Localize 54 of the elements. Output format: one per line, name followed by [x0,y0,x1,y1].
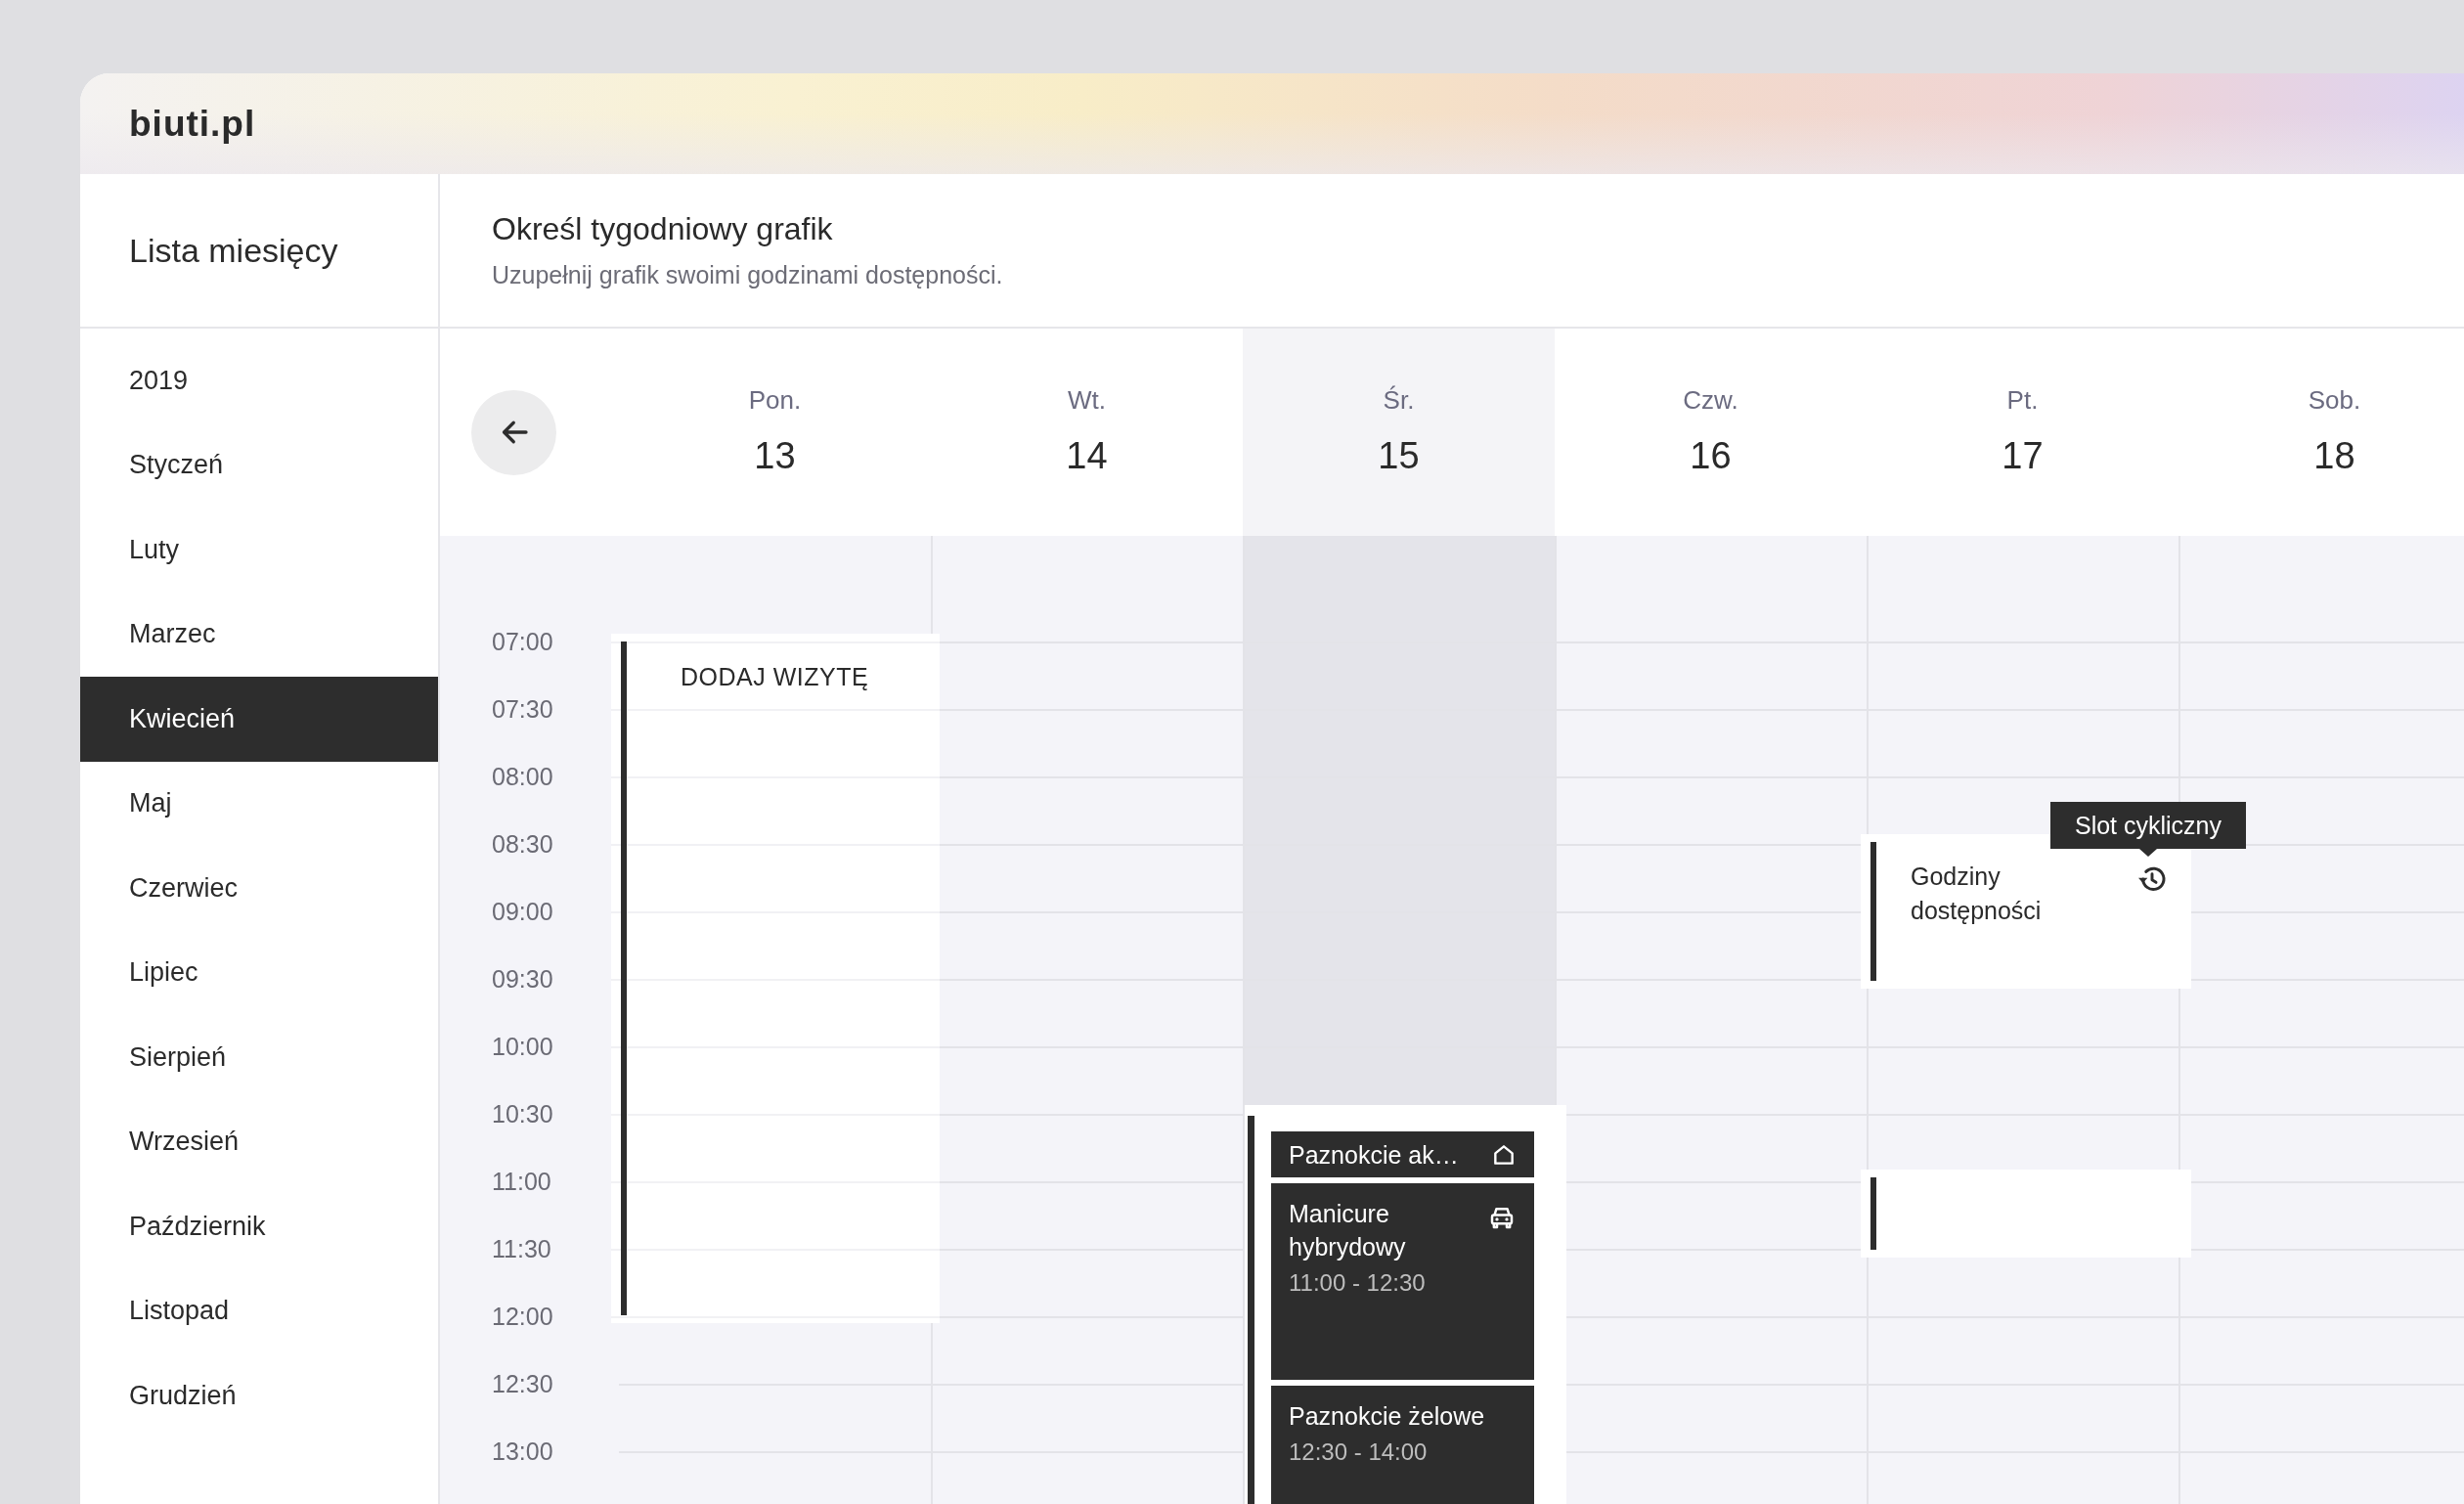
appointment-title: Paznokcie żelowe [1289,1401,1485,1432]
day-label: Czw. [1683,385,1738,416]
month-item[interactable]: Październik [80,1184,438,1269]
day-label: Pt. [2006,385,2039,416]
time-label: 11:00 [492,1168,551,1196]
page-title: Określ tygodniowy grafik [492,211,834,247]
time-label: 11:30 [492,1235,551,1263]
appointment-card[interactable]: Paznokcie ak… [1271,1131,1534,1177]
time-label: 09:00 [492,898,553,926]
time-label: 12:30 [492,1370,553,1398]
page-subtitle: Uzupełnij grafik swoimi godzinami dostępności. [492,261,1004,289]
day-number: 15 [1378,435,1420,477]
day-header[interactable]: Śr. 15 [1243,329,1555,536]
day-label: Pon. [748,385,802,416]
appointment-time: 12:30 - 14:00 [1289,1438,1429,1466]
month-item[interactable]: Marzec [80,592,438,677]
day-number: 18 [2313,435,2355,477]
time-label: 08:30 [492,830,553,859]
year-label: 2019 [129,365,189,396]
month-item[interactable]: Kwiecień [80,677,438,762]
month-item[interactable]: Czerwiec [80,846,438,931]
tooltip: Slot cykliczny [2050,802,2246,857]
time-label: 07:00 [492,628,553,656]
time-label: 10:00 [492,1033,553,1061]
time-label: 08:00 [492,763,553,791]
month-item[interactable]: Luty [80,508,438,593]
day-label: Wt. [1068,385,1106,416]
time-label: 07:30 [492,695,553,724]
appointment-card[interactable]: Manicure hybrydowy 11:00 - 12:30 [1271,1183,1534,1380]
month-item[interactable]: Maj [80,761,438,846]
day-number: 16 [1690,435,1732,477]
month-item[interactable]: Listopad [80,1268,438,1353]
appointment-title: Paznokcie ak… [1289,1139,1459,1171]
day-number: 13 [754,435,796,477]
time-label: 10:30 [492,1100,553,1128]
logo[interactable]: biuti.pl [129,103,256,145]
slot-title: Godziny dostępności [1911,862,2043,926]
month-item[interactable]: Styczeń [80,422,438,508]
month-item[interactable]: Sierpień [80,1015,438,1100]
appointment-time: 11:00 - 12:30 [1289,1269,1427,1297]
time-label: 13:00 [492,1438,553,1466]
day-number: 17 [2002,435,2044,477]
month-item[interactable]: Wrzesień [80,1099,438,1184]
day-number: 14 [1066,435,1108,477]
time-label: 09:30 [492,965,553,994]
month-item[interactable]: Lipiec [80,930,438,1015]
time-label: 12:00 [492,1303,553,1331]
appointment-card[interactable]: Paznokcie żelowe 12:30 - 14:00 [1271,1386,1534,1504]
day-label: Sob. [2308,385,2361,416]
sidebar-title: Lista miesięcy [129,231,338,270]
day-label: Śr. [1383,385,1415,416]
month-item[interactable]: Grudzień [80,1353,438,1438]
appointment-title: Manicure hybrydowy [1289,1199,1407,1262]
add-visit-button[interactable]: DODAJ WIZYTĘ [611,634,940,1323]
